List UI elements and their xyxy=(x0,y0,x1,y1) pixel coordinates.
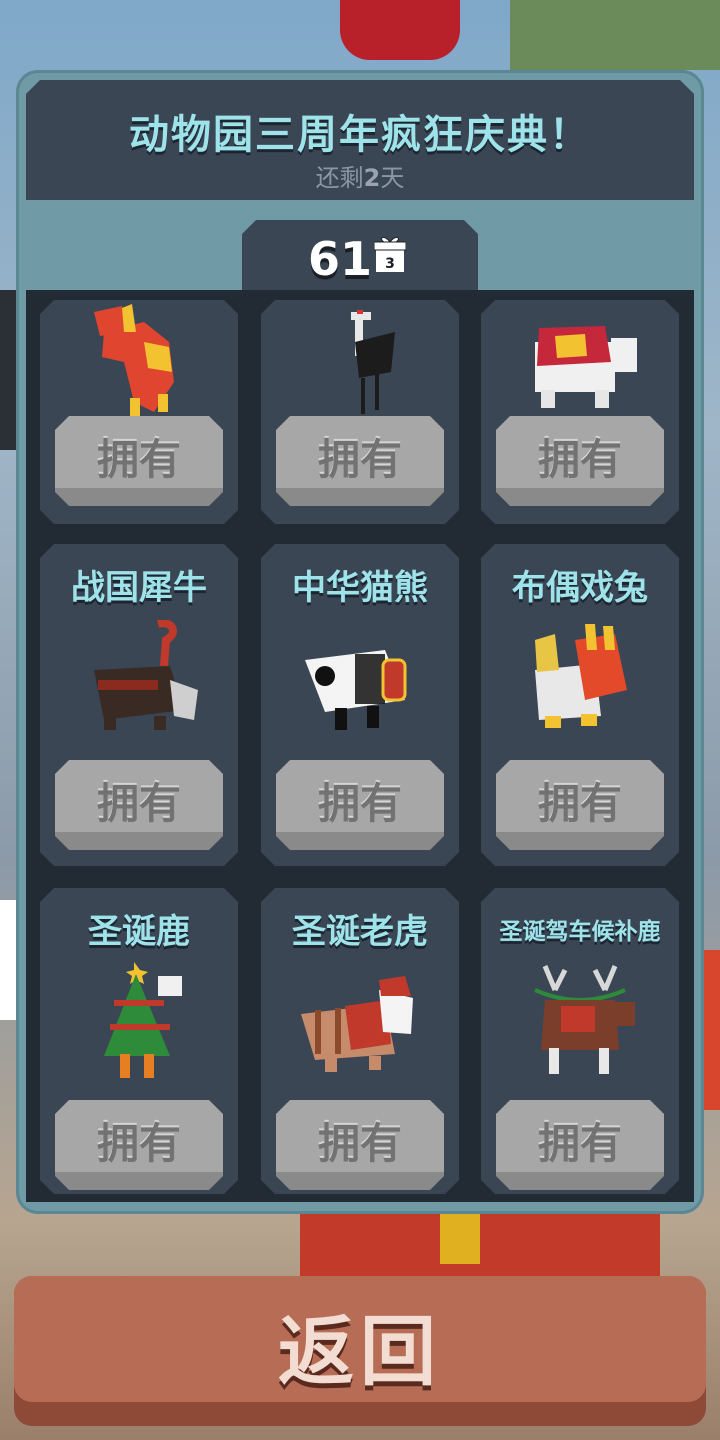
owned-button[interactable]: 拥有 xyxy=(496,760,664,850)
christmas-deer-icon xyxy=(74,960,204,1080)
reindeer-icon xyxy=(515,960,645,1080)
reward-card: 布偶戏兔 拥有 xyxy=(481,544,679,866)
back-button-label: 返回 xyxy=(278,1307,442,1396)
owned-button[interactable]: 拥有 xyxy=(55,1100,223,1190)
puppet-rabbit-icon xyxy=(515,620,645,740)
remaining-days: 2 xyxy=(363,164,381,192)
reward-card: 拥有 xyxy=(40,300,238,524)
currency-count: 61 xyxy=(308,232,373,286)
animal-name: 布偶戏兔 xyxy=(512,568,648,608)
event-header: 动物园三周年疯狂庆典！ 还剩2天 xyxy=(26,80,694,200)
gift-box-icon: 3 xyxy=(374,234,406,274)
gift-badge: 3 xyxy=(385,256,395,272)
reward-card: 拥有 xyxy=(481,300,679,524)
owned-button[interactable]: 拥有 xyxy=(55,760,223,850)
red-horse-icon xyxy=(74,302,204,422)
event-title: 动物园三周年疯狂庆典！ xyxy=(129,112,591,158)
owned-button[interactable]: 拥有 xyxy=(55,416,223,506)
owned-button[interactable]: 拥有 xyxy=(276,760,444,850)
reward-card: 圣诞鹿 拥有 xyxy=(40,888,238,1194)
animal-name: 中华猫熊 xyxy=(292,568,428,608)
santa-tiger-icon xyxy=(295,960,425,1080)
reward-card: 中华猫熊 拥有 xyxy=(261,544,459,866)
owned-button[interactable]: 拥有 xyxy=(496,1100,664,1190)
rhino-icon xyxy=(74,620,204,740)
remaining-time: 还剩2天 xyxy=(315,164,405,192)
back-button[interactable]: 返回 xyxy=(14,1276,706,1426)
reward-card: 拥有 xyxy=(261,300,459,524)
animal-name: 圣诞鹿 xyxy=(88,912,190,952)
reward-card: 圣诞老虎 拥有 xyxy=(261,888,459,1194)
white-elephant-icon xyxy=(515,302,645,422)
animal-name: 战国犀牛 xyxy=(71,568,207,608)
owned-button[interactable]: 拥有 xyxy=(276,416,444,506)
crane-icon xyxy=(295,302,425,422)
owned-button[interactable]: 拥有 xyxy=(276,1100,444,1190)
animal-name: 圣诞驾车候补鹿 xyxy=(499,919,661,945)
panda-icon xyxy=(295,620,425,740)
reward-card: 战国犀牛 拥有 xyxy=(40,544,238,866)
reward-card: 圣诞驾车候补鹿 拥有 xyxy=(481,888,679,1194)
owned-button[interactable]: 拥有 xyxy=(496,416,664,506)
animal-name: 圣诞老虎 xyxy=(292,912,428,952)
currency-tab: 61 3 xyxy=(242,220,478,300)
